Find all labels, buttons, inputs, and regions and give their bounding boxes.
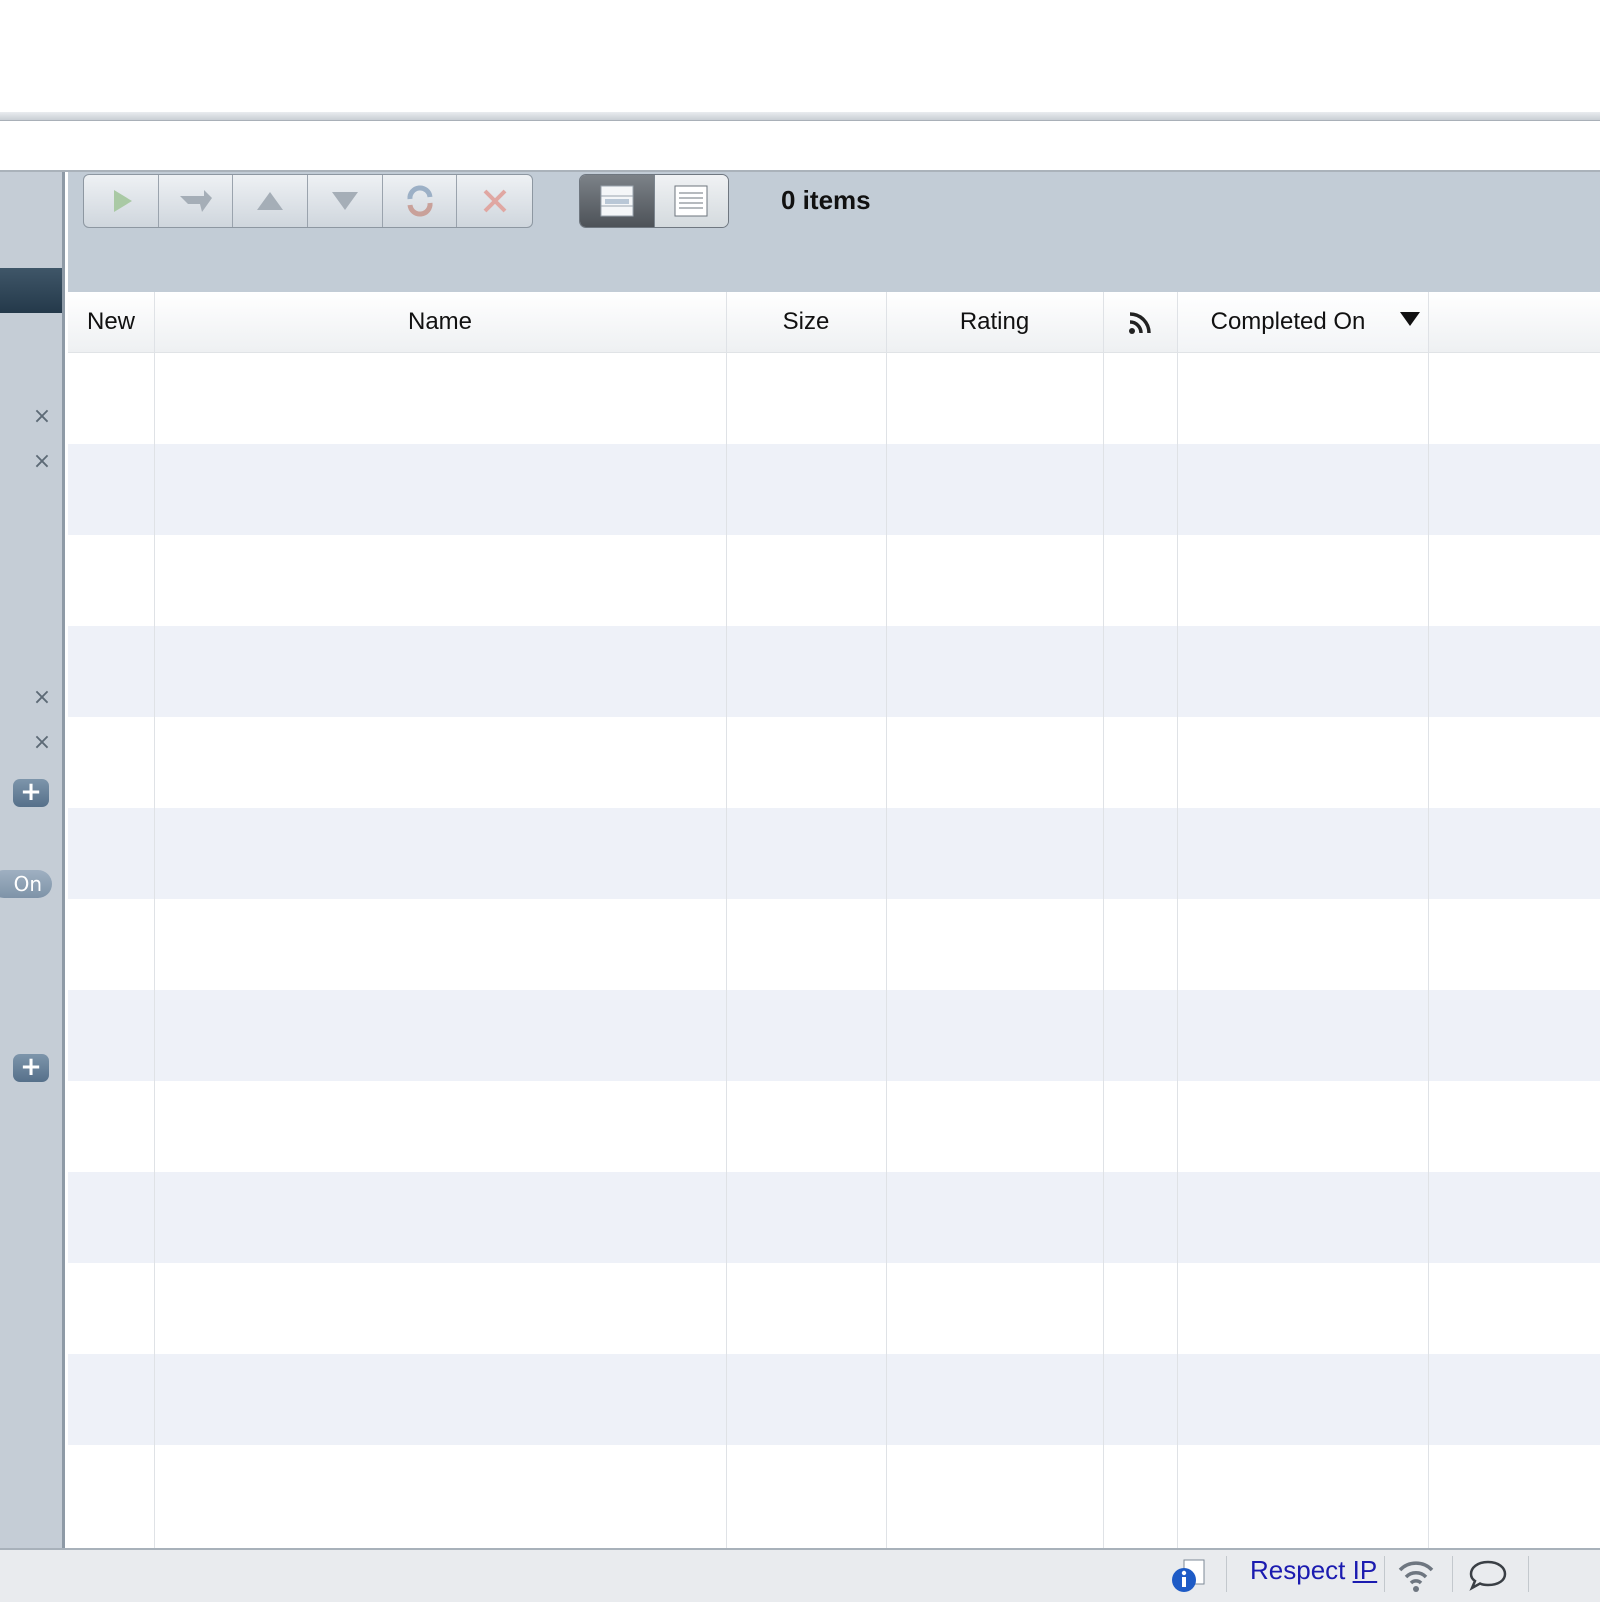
sidebar-toggle[interactable]: On: [0, 870, 52, 898]
turn-button[interactable]: [159, 175, 234, 227]
sidebar: [0, 172, 65, 1548]
close-icon[interactable]: ×: [30, 405, 54, 429]
respect-text: Respect: [1250, 1555, 1353, 1585]
info-icon[interactable]: [1170, 1558, 1208, 1598]
chat-button[interactable]: [1468, 1558, 1508, 1596]
wifi-icon: [1398, 1561, 1434, 1592]
column-header-name[interactable]: Name: [154, 292, 726, 352]
table-row[interactable]: [68, 626, 1600, 717]
delete-icon: [483, 189, 507, 213]
column-header-rating[interactable]: Rating: [886, 292, 1103, 352]
add-icon[interactable]: +: [13, 1054, 49, 1082]
play-button[interactable]: [84, 175, 159, 227]
table-row[interactable]: [68, 353, 1600, 444]
toolbar-strip: [0, 121, 1600, 172]
move-up-icon: [257, 192, 284, 210]
column-divider: [1103, 292, 1104, 1548]
window-top-area: [0, 0, 1600, 112]
turn-icon: [179, 190, 212, 212]
rss-icon: [1129, 311, 1151, 334]
play-icon: [113, 190, 132, 212]
table-row[interactable]: [68, 1445, 1600, 1548]
refresh-button[interactable]: [383, 175, 458, 227]
column-header-feed[interactable]: [1103, 292, 1177, 352]
respect-ip-link[interactable]: Respect IP: [1250, 1555, 1377, 1586]
list-view-icon: [600, 185, 634, 217]
column-divider: [1177, 292, 1178, 1548]
status-separator: [1384, 1556, 1385, 1592]
table-row[interactable]: [68, 899, 1600, 990]
column-divider: [886, 292, 887, 1548]
table-row[interactable]: [68, 1263, 1600, 1354]
table-row[interactable]: [68, 808, 1600, 899]
list-view-button[interactable]: [580, 175, 654, 227]
add-icon[interactable]: +: [13, 779, 49, 807]
connection-icon[interactable]: [1396, 1556, 1436, 1598]
status-separator: [1226, 1556, 1227, 1592]
sidebar-selected-item[interactable]: [0, 268, 62, 313]
refresh-icon: [407, 185, 433, 217]
chat-icon: [1469, 1560, 1507, 1591]
column-header-new[interactable]: New: [68, 292, 154, 352]
move-down-icon: [331, 192, 358, 210]
info-document-icon: [1172, 1559, 1205, 1592]
close-icon[interactable]: ×: [30, 450, 54, 474]
move-up-button[interactable]: [233, 175, 309, 227]
ip-text: IP: [1352, 1555, 1378, 1585]
status-separator: [1452, 1556, 1453, 1592]
column-divider: [154, 292, 155, 1548]
table-row[interactable]: [68, 1354, 1600, 1445]
close-icon[interactable]: ×: [30, 686, 54, 710]
view-toggle-group: [579, 174, 729, 228]
status-separator: [1528, 1556, 1529, 1592]
detail-view-button[interactable]: [653, 175, 728, 227]
action-button-group: [83, 174, 533, 228]
table-row[interactable]: [68, 1172, 1600, 1263]
column-divider: [726, 292, 727, 1548]
table-row[interactable]: [68, 990, 1600, 1081]
table-row[interactable]: [68, 1081, 1600, 1172]
sort-descending-icon: [1400, 312, 1420, 326]
column-header-completed-on[interactable]: Completed On: [1177, 292, 1399, 352]
close-icon[interactable]: ×: [30, 731, 54, 755]
table-row[interactable]: [68, 444, 1600, 535]
detail-view-icon: [674, 185, 708, 217]
table-row[interactable]: [68, 717, 1600, 808]
items-count: 0 items: [781, 185, 871, 215]
window-divider: [0, 112, 1600, 121]
delete-button[interactable]: [457, 175, 532, 227]
column-header-size[interactable]: Size: [726, 292, 886, 352]
table-row[interactable]: [68, 535, 1600, 626]
move-down-button[interactable]: [308, 175, 383, 227]
column-divider: [1428, 292, 1429, 1548]
